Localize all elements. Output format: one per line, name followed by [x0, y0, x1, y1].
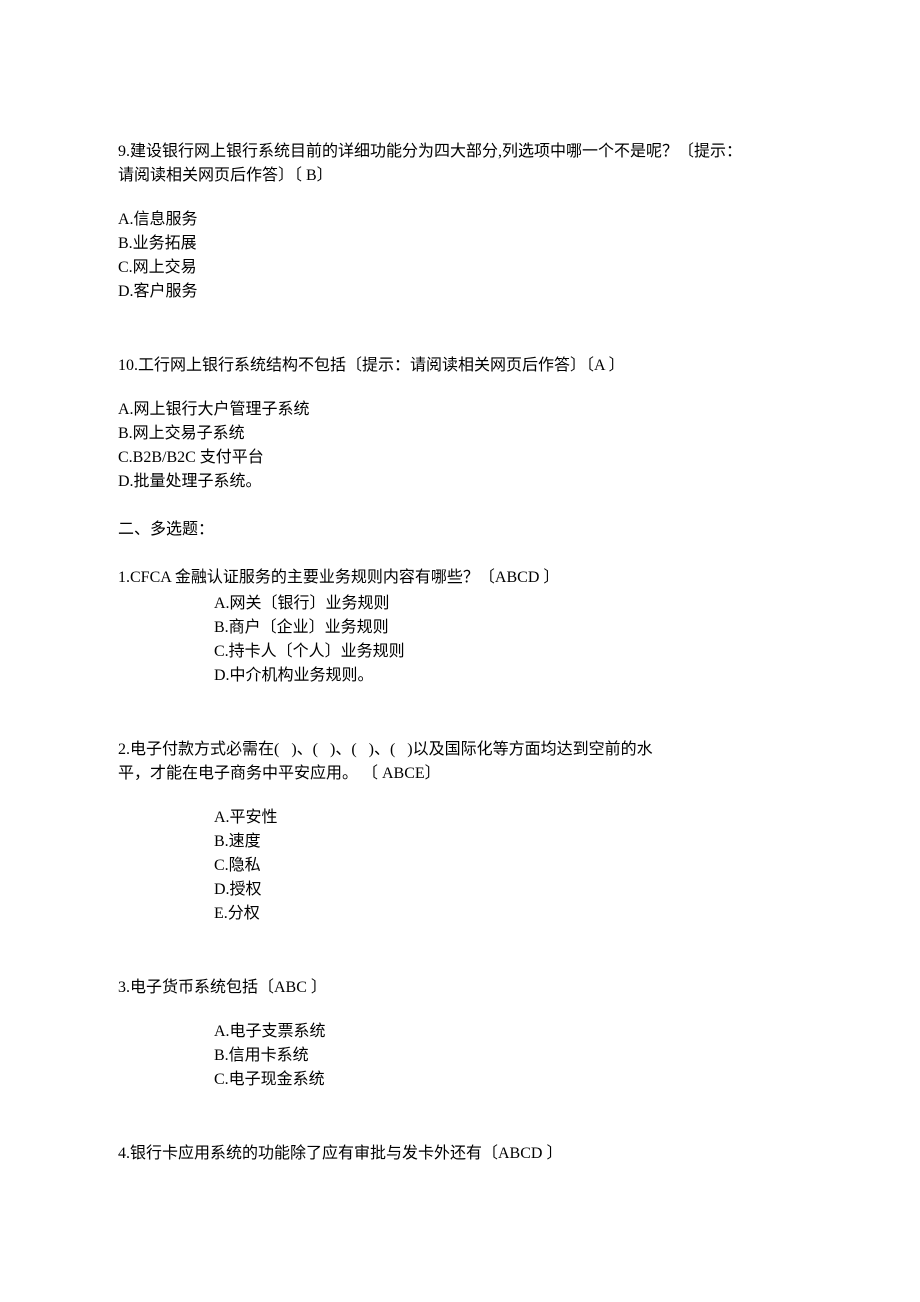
option: A.网上银行大户管理子系统	[118, 398, 802, 422]
option: A.平安性	[214, 806, 802, 830]
option: C.隐私	[214, 854, 802, 878]
option: A.网关〔银行〕业务规则	[214, 592, 802, 616]
option: C.B2B/B2C 支付平台	[118, 446, 802, 470]
document-page: 9.建设银行网上银行系统目前的详细功能分为四大部分,列选项中哪一个不是呢？〔提示…	[0, 0, 920, 1302]
question-9: 9.建设银行网上银行系统目前的详细功能分为四大部分,列选项中哪一个不是呢？〔提示…	[118, 140, 802, 304]
question-stem: 10.工行网上银行系统结构不包括〔提示：请阅读相关网页后作答〕〔A 〕	[118, 354, 802, 378]
multi-question-2: 2.电子付款方式必需在( )、( )、( )、( )以及国际化等方面均达到空前的…	[118, 738, 802, 926]
options-list: A.网上银行大户管理子系统 B.网上交易子系统 C.B2B/B2C 支付平台 D…	[118, 398, 802, 494]
option: B.信用卡系统	[214, 1044, 802, 1068]
option: D.中介机构业务规则。	[214, 664, 802, 688]
section-heading: 二、多选题：	[118, 518, 802, 542]
option: D.授权	[214, 878, 802, 902]
option: A.信息服务	[118, 208, 802, 232]
question-stem: 平，才能在电子商务中平安应用。 〔 ABCE〕	[118, 762, 802, 786]
question-stem: 3.电子货币系统包括〔ABC 〕	[118, 976, 802, 1000]
options-list: A.电子支票系统 B.信用卡系统 C.电子现金系统	[214, 1020, 802, 1092]
options-list: A.信息服务 B.业务拓展 C.网上交易 D.客户服务	[118, 208, 802, 304]
question-10: 10.工行网上银行系统结构不包括〔提示：请阅读相关网页后作答〕〔A 〕 A.网上…	[118, 354, 802, 494]
option: B.速度	[214, 830, 802, 854]
question-stem: 1.CFCA 金融认证服务的主要业务规则内容有哪些？〔ABCD 〕	[118, 566, 802, 590]
option: C.网上交易	[118, 256, 802, 280]
question-stem: 2.电子付款方式必需在( )、( )、( )、( )以及国际化等方面均达到空前的…	[118, 738, 802, 762]
question-stem: 请阅读相关网页后作答〕〔 B〕	[118, 164, 802, 188]
option: B.网上交易子系统	[118, 422, 802, 446]
question-stem: 9.建设银行网上银行系统目前的详细功能分为四大部分,列选项中哪一个不是呢？〔提示…	[118, 140, 802, 164]
option: C.电子现金系统	[214, 1068, 802, 1092]
options-list: A.网关〔银行〕业务规则 B.商户〔企业〕业务规则 C.持卡人〔个人〕业务规则 …	[214, 592, 802, 688]
multi-question-1: 1.CFCA 金融认证服务的主要业务规则内容有哪些？〔ABCD 〕 A.网关〔银…	[118, 566, 802, 688]
section-title: 二、多选题：	[118, 518, 802, 542]
option: D.客户服务	[118, 280, 802, 304]
option: A.电子支票系统	[214, 1020, 802, 1044]
option: D.批量处理子系统。	[118, 470, 802, 494]
option: C.持卡人〔个人〕业务规则	[214, 640, 802, 664]
option: B.业务拓展	[118, 232, 802, 256]
options-list: A.平安性 B.速度 C.隐私 D.授权 E.分权	[214, 806, 802, 926]
question-stem: 4.银行卡应用系统的功能除了应有审批与发卡外还有〔ABCD 〕	[118, 1142, 802, 1166]
multi-question-3: 3.电子货币系统包括〔ABC 〕 A.电子支票系统 B.信用卡系统 C.电子现金…	[118, 976, 802, 1092]
option: E.分权	[214, 902, 802, 926]
multi-question-4: 4.银行卡应用系统的功能除了应有审批与发卡外还有〔ABCD 〕	[118, 1142, 802, 1166]
option: B.商户〔企业〕业务规则	[214, 616, 802, 640]
